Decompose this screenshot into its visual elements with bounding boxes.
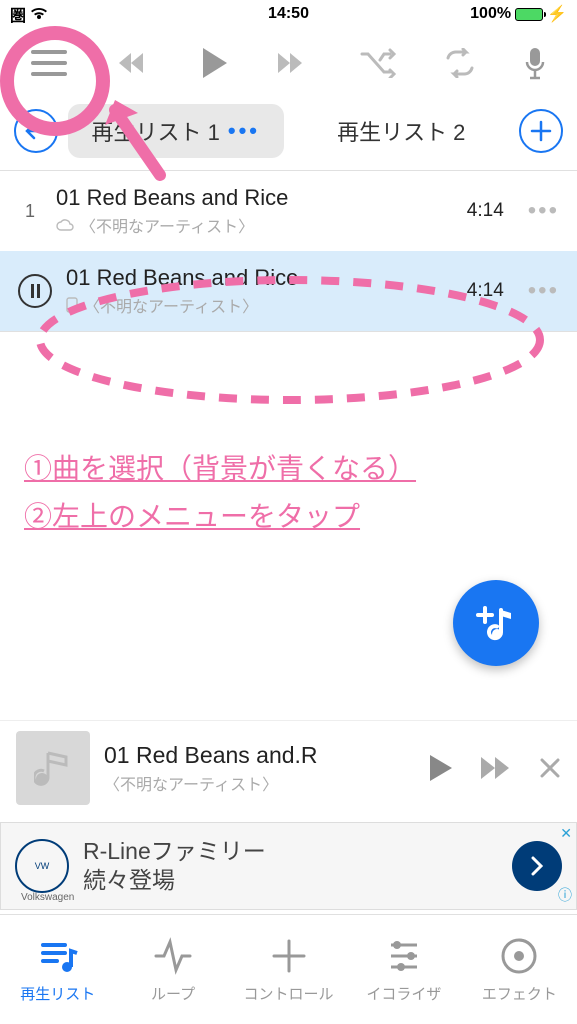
- tab-control[interactable]: コントロール: [231, 915, 346, 1024]
- track-row[interactable]: 1 01 Red Beans and Rice 〈不明なアーティスト〉 4:14…: [0, 171, 577, 251]
- plus-icon: [530, 120, 552, 142]
- add-track-fab[interactable]: [453, 580, 539, 666]
- ad-logo: VW: [15, 839, 69, 893]
- track-title: 01 Red Beans and Rice: [66, 265, 453, 291]
- prev-button[interactable]: [113, 48, 153, 78]
- tab-playlist[interactable]: 再生リスト: [0, 915, 115, 1024]
- annotation-line-2: ②左上のメニューをタップ: [24, 493, 416, 541]
- tab-label: 再生リスト 2: [337, 115, 465, 147]
- tab-label: エフェクト: [482, 983, 557, 1004]
- track-duration: 4:14: [467, 200, 504, 222]
- charging-icon: ⚡: [547, 4, 567, 24]
- album-art-placeholder: [16, 731, 90, 805]
- track-duration: 4:14: [467, 280, 504, 302]
- bottom-tab-bar: 再生リスト ループ コントロール イコライザ エフェクト: [0, 914, 577, 1024]
- track-more-button[interactable]: •••: [528, 197, 559, 225]
- pause-icon[interactable]: [18, 274, 52, 308]
- track-index: 1: [18, 201, 42, 222]
- next-icon: [274, 48, 314, 78]
- tab-more-icon[interactable]: •••: [228, 118, 260, 144]
- effect-icon: [498, 935, 540, 977]
- back-button[interactable]: [14, 109, 58, 153]
- moon-icon: [452, 7, 466, 21]
- track-artist-label: 〈不明なアーティスト〉: [80, 213, 254, 237]
- cloud-icon: [56, 219, 74, 231]
- prev-icon: [113, 48, 153, 78]
- tab-label: 再生リスト 1: [92, 115, 220, 147]
- play-button[interactable]: [199, 46, 229, 80]
- now-playing-artist: 〈不明なアーティスト〉: [104, 771, 413, 795]
- tab-playlist-1[interactable]: 再生リスト 1 •••: [68, 104, 284, 158]
- track-artist-label: 〈不明なアーティスト〉: [84, 293, 258, 317]
- tab-label: 再生リスト: [20, 983, 95, 1004]
- control-icon: [268, 935, 310, 977]
- track-row-selected[interactable]: 01 Red Beans and Rice 〈不明なアーティスト〉 4:14 •…: [0, 251, 577, 331]
- mic-button[interactable]: [524, 46, 546, 80]
- tab-label: イコライザ: [366, 983, 441, 1004]
- repeat-icon: [442, 48, 478, 78]
- tab-effect[interactable]: エフェクト: [462, 915, 577, 1024]
- playlist-tabs: 再生リスト 1 ••• 再生リスト 2: [0, 98, 577, 170]
- device-icon: [66, 297, 78, 313]
- battery-pct: 100%: [470, 5, 511, 23]
- tab-equalizer[interactable]: イコライザ: [346, 915, 461, 1024]
- shuffle-button[interactable]: [360, 48, 396, 78]
- mic-icon: [524, 46, 546, 80]
- ad-go-button[interactable]: [512, 841, 562, 891]
- tab-playlist-2[interactable]: 再生リスト 2: [294, 104, 510, 158]
- next-button[interactable]: [274, 48, 314, 78]
- battery-icon: [515, 8, 543, 21]
- tab-loop[interactable]: ループ: [115, 915, 230, 1024]
- ad-brand: Volkswagen: [21, 892, 74, 903]
- ad-text: R-Lineファミリー続々登場: [83, 837, 498, 895]
- play-icon: [199, 46, 229, 80]
- menu-button[interactable]: [31, 50, 67, 76]
- chevron-right-icon: [530, 856, 544, 876]
- now-playing-title: 01 Red Beans and.R: [104, 742, 413, 769]
- np-play-button[interactable]: [427, 753, 453, 783]
- playlist-icon: [37, 935, 79, 977]
- hamburger-icon: [31, 50, 67, 76]
- clock: 14:50: [268, 5, 309, 23]
- track-title: 01 Red Beans and Rice: [56, 185, 453, 211]
- annotation-line-1: ①曲を選択（背景が青くなる）: [24, 445, 416, 493]
- arrow-left-icon: [25, 122, 47, 140]
- ad-close-icon[interactable]: ✕: [560, 825, 572, 842]
- divider: [0, 331, 577, 332]
- ad-info-icon[interactable]: ⓘ: [558, 885, 572, 905]
- add-playlist-button[interactable]: [519, 109, 563, 153]
- player-toolbar: [0, 28, 577, 98]
- add-music-icon: [473, 600, 519, 646]
- annotation-text: ①曲を選択（背景が青くなる） ②左上のメニューをタップ: [24, 445, 416, 540]
- loop-icon: [152, 935, 194, 977]
- repeat-button[interactable]: [442, 48, 478, 78]
- tab-label: コントロール: [244, 983, 334, 1004]
- music-note-icon: [34, 747, 72, 789]
- status-bar: 圏 14:50 100% ⚡: [0, 0, 577, 28]
- np-close-button[interactable]: [539, 757, 561, 779]
- track-more-button[interactable]: •••: [528, 277, 559, 305]
- ad-banner[interactable]: VW Volkswagen R-Lineファミリー続々登場 ✕ ⓘ: [0, 822, 577, 910]
- equalizer-icon: [383, 935, 425, 977]
- np-next-button[interactable]: [479, 755, 513, 781]
- wifi-icon: [30, 7, 48, 21]
- now-playing-bar[interactable]: 01 Red Beans and.R 〈不明なアーティスト〉: [0, 720, 577, 815]
- shuffle-icon: [360, 48, 396, 78]
- carrier-label: 圏: [10, 2, 26, 26]
- tab-label: ループ: [151, 983, 195, 1004]
